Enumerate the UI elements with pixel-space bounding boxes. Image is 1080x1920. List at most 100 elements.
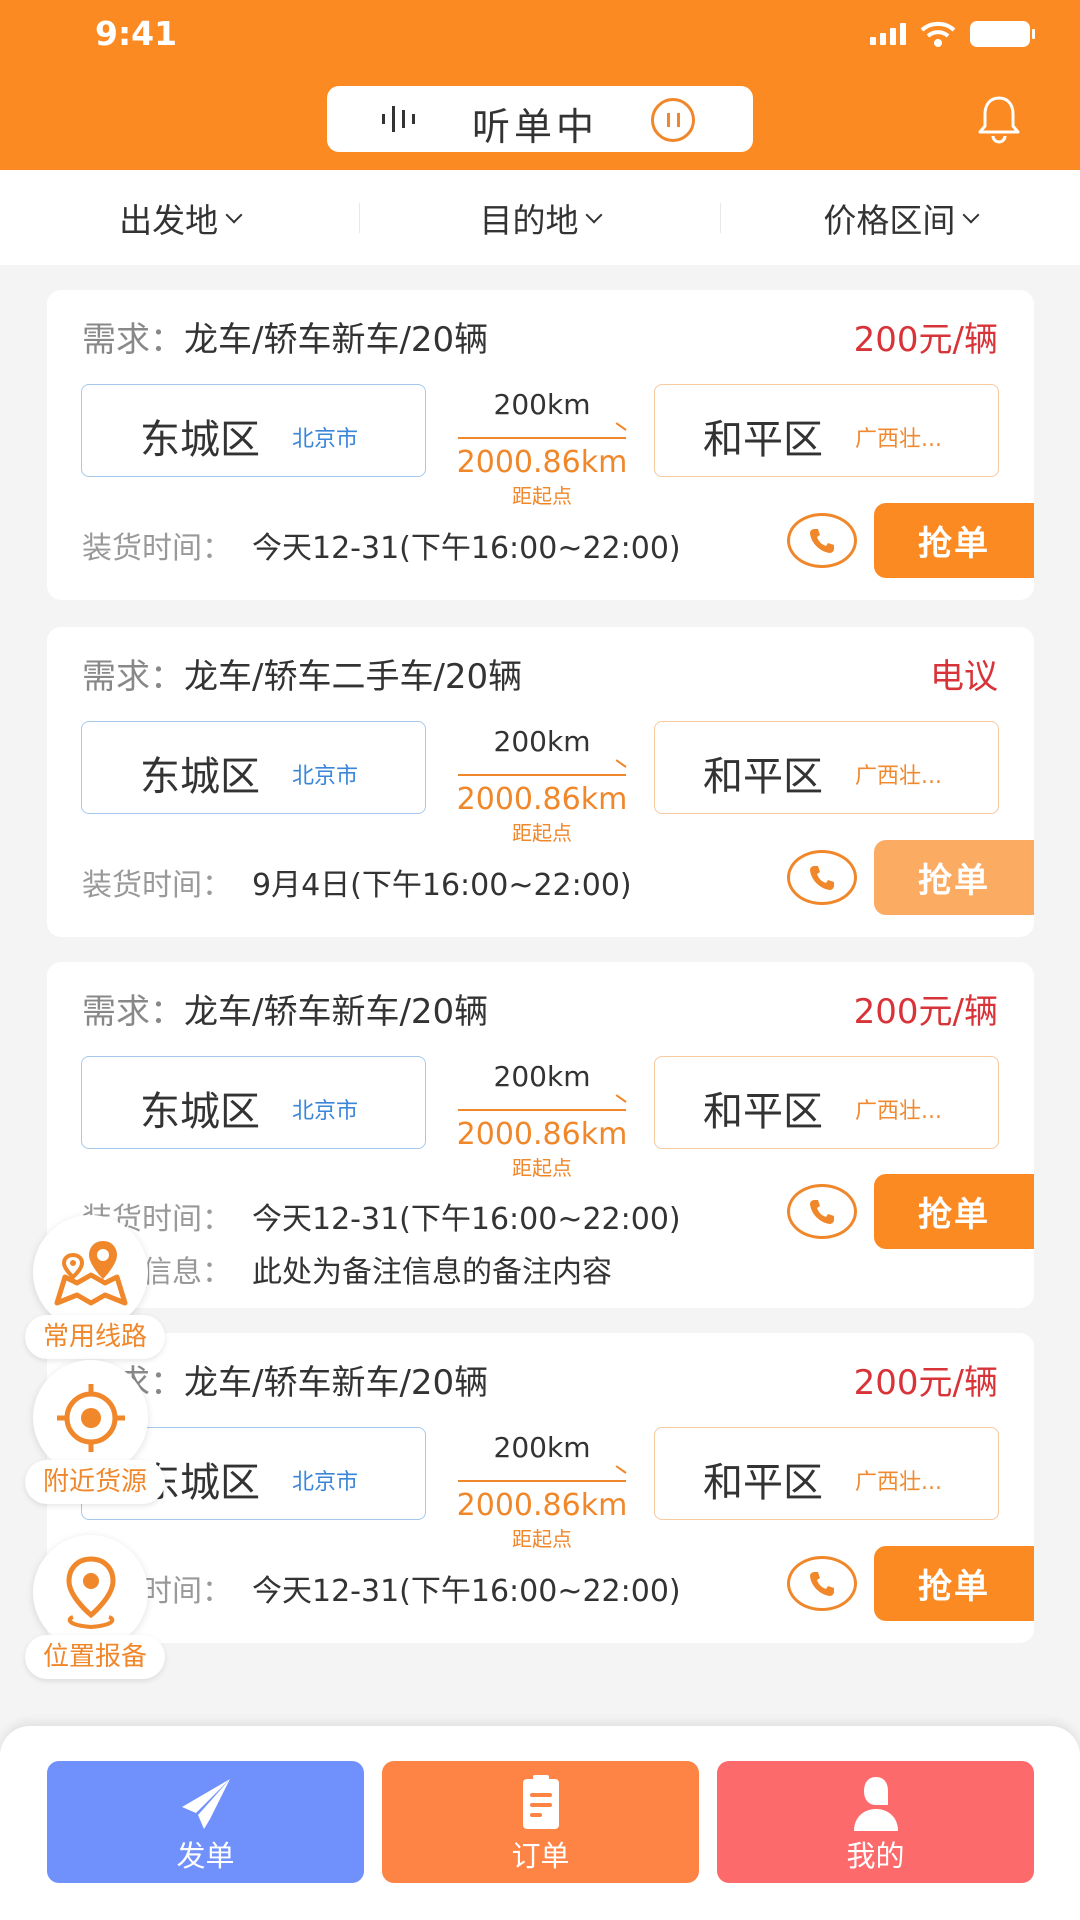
need-value: 龙车/轿车二手车/20辆: [184, 657, 523, 697]
need-label: 需求：: [82, 320, 184, 360]
location-report-button[interactable]: 位置报备: [25, 1535, 165, 1685]
grab-order-button[interactable]: 抢单: [874, 1174, 1034, 1249]
remark-value: 此处为备注信息的备注内容: [252, 1255, 612, 1290]
price: 电议: [930, 657, 998, 697]
call-button[interactable]: [787, 850, 857, 905]
phone-icon: [810, 1571, 834, 1596]
chevron-down-icon: [962, 206, 980, 223]
destination-district: 和平区: [703, 417, 823, 463]
route-distance: 200km: [493, 388, 591, 421]
clipboard-icon: [522, 1775, 559, 1829]
destination-province: 广西壮...: [855, 427, 942, 452]
distance-from-origin: 2000.86km: [456, 445, 628, 480]
order-card[interactable]: 需求：龙车/轿车二手车/20辆 电议 东城区 北京市 200km 2000.86…: [47, 627, 1034, 937]
need-label: 需求：: [82, 992, 184, 1032]
load-time-value: 今天12-31(下午16:00~22:00): [252, 1574, 681, 1609]
destination-district: 和平区: [703, 1460, 823, 1506]
distance-info: 200km 2000.86km 距起点: [447, 388, 637, 509]
destination-province: 广西壮...: [855, 1470, 942, 1495]
destination-box: 和平区 广西壮...: [654, 1056, 999, 1149]
need-value: 龙车/轿车新车/20辆: [184, 992, 489, 1032]
listening-toggle[interactable]: 听单中: [327, 86, 753, 152]
load-time-value: 今天12-31(下午16:00~22:00): [252, 1202, 681, 1237]
filter-origin[interactable]: 出发地: [0, 170, 359, 265]
distance-info: 200km 2000.86km 距起点: [447, 1431, 637, 1552]
filter-destination[interactable]: 目的地: [360, 170, 719, 265]
grab-order-button[interactable]: 抢单: [874, 1546, 1034, 1621]
route-distance: 200km: [493, 1431, 591, 1464]
header: 9:41 听单中: [0, 0, 1080, 170]
load-time-label: 装货时间：: [82, 868, 232, 903]
origin-district: 东城区: [140, 417, 260, 463]
frequent-routes-button[interactable]: 常用线路: [25, 1215, 165, 1365]
nav-publish-order[interactable]: 发单: [47, 1761, 364, 1883]
grab-order-button[interactable]: 抢单: [874, 503, 1034, 578]
need-row: 需求：龙车/轿车新车/20辆: [82, 312, 488, 361]
battery-icon: [970, 21, 1035, 47]
grab-order-button[interactable]: 抢单: [874, 840, 1034, 915]
status-icons: [870, 20, 1035, 48]
call-button[interactable]: [787, 513, 857, 568]
filter-bar: 出发地 目的地 价格区间: [0, 170, 1080, 265]
destination-district: 和平区: [703, 754, 823, 800]
chevron-down-icon: [585, 206, 603, 223]
signal-icon: [870, 23, 906, 45]
arrow-right-icon: [458, 1472, 626, 1486]
filter-origin-label: 出发地: [119, 200, 219, 240]
destination-province: 广西壮...: [855, 1099, 942, 1124]
float-circle: [33, 1360, 148, 1475]
distance-from-origin: 2000.86km: [456, 782, 628, 817]
phone-icon: [810, 1199, 834, 1224]
nearby-cargo-button[interactable]: 附近货源: [25, 1360, 165, 1510]
order-card[interactable]: 需求：龙车/轿车新车/20辆 200元/辆 东城区 北京市 200km 2000…: [47, 290, 1034, 600]
filter-price-label: 价格区间: [823, 200, 956, 240]
listening-label: 听单中: [472, 105, 599, 149]
chevron-down-icon: [225, 206, 243, 223]
nav-publish-label: 发单: [176, 1839, 235, 1873]
sound-wave-icon: [382, 106, 415, 132]
paper-plane-icon: [181, 1779, 230, 1829]
nav-orders[interactable]: 订单: [382, 1761, 699, 1883]
origin-city: 北京市: [292, 764, 359, 789]
load-time-row: 装货时间： 今天12-31(下午16:00~22:00): [82, 1566, 681, 1610]
filter-price-range[interactable]: 价格区间: [721, 170, 1080, 265]
route-distance: 200km: [493, 725, 591, 758]
destination-province: 广西壮...: [855, 764, 942, 789]
order-card[interactable]: 需求：龙车/轿车新车/20辆 200元/辆 东城区 北京市 200km 2000…: [47, 1333, 1034, 1643]
origin-district: 东城区: [140, 754, 260, 800]
arrow-right-icon: [458, 429, 626, 443]
arrow-right-icon: [458, 1101, 626, 1115]
distance-info: 200km 2000.86km 距起点: [447, 725, 637, 846]
call-button[interactable]: [787, 1556, 857, 1611]
pause-icon[interactable]: [651, 98, 695, 142]
destination-district: 和平区: [703, 1089, 823, 1135]
load-time-value: 9月4日(下午16:00~22:00): [252, 868, 632, 903]
distance-from-origin: 2000.86km: [456, 1117, 628, 1152]
bottom-nav: 发单 订单 我的: [0, 1726, 1080, 1920]
location-pin-icon: [65, 1555, 116, 1629]
origin-box: 东城区 北京市: [81, 384, 426, 477]
distance-from-origin: 2000.86km: [456, 1488, 628, 1523]
nav-profile[interactable]: 我的: [717, 1761, 1034, 1883]
origin-box: 东城区 北京市: [81, 1056, 426, 1149]
distance-caption: 距起点: [512, 1156, 572, 1180]
price: 200元/辆: [853, 992, 998, 1032]
map-route-icon: [54, 1240, 127, 1305]
load-time-row: 装货时间： 今天12-31(下午16:00~22:00): [82, 523, 681, 567]
bell-icon[interactable]: [972, 92, 1026, 146]
origin-district: 东城区: [140, 1089, 260, 1135]
load-time-row: 装货时间： 9月4日(下午16:00~22:00): [82, 860, 632, 904]
distance-caption: 距起点: [512, 484, 572, 508]
filter-destination-label: 目的地: [479, 200, 579, 240]
user-icon: [853, 1777, 898, 1831]
distance-caption: 距起点: [512, 1527, 572, 1551]
status-time: 9:41: [95, 14, 178, 53]
load-time-row: 装货时间： 今天12-31(下午16:00~22:00): [82, 1194, 681, 1238]
need-label: 需求：: [82, 657, 184, 697]
price: 200元/辆: [853, 320, 998, 360]
nav-profile-label: 我的: [846, 1839, 905, 1873]
order-card[interactable]: 需求：龙车/轿车新车/20辆 200元/辆 东城区 北京市 200km 2000…: [47, 962, 1034, 1308]
target-icon: [56, 1383, 125, 1452]
call-button[interactable]: [787, 1184, 857, 1239]
need-value: 龙车/轿车新车/20辆: [184, 1363, 489, 1403]
